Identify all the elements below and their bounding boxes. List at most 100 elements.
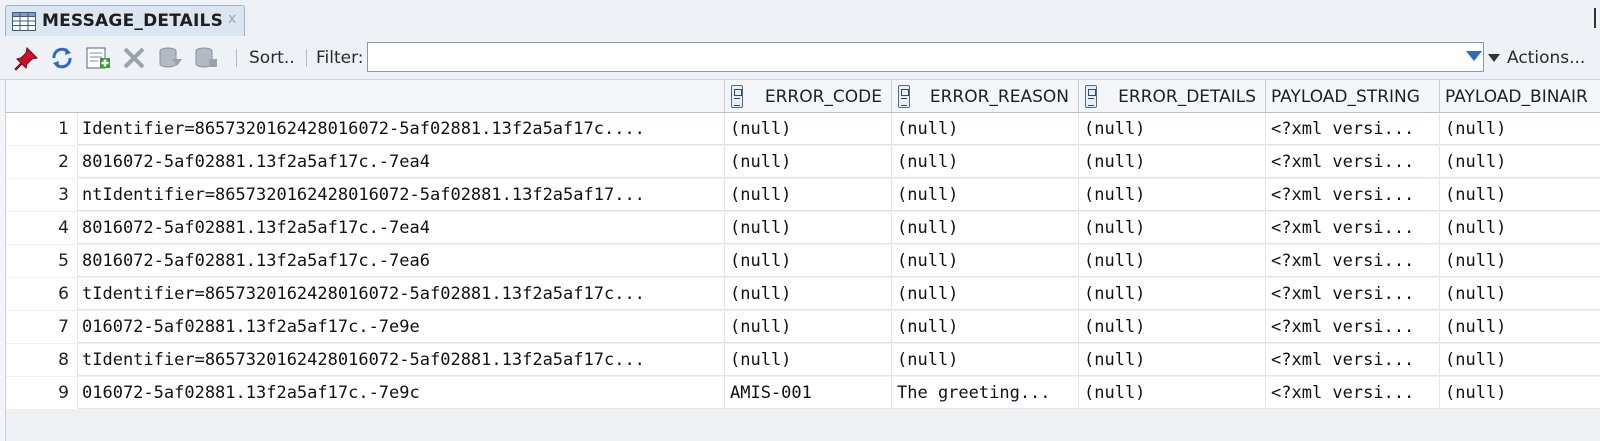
table-row[interactable]: 2 8016072-5af02881.13f2a5af17c.-7ea4 (nu…: [6, 146, 1600, 178]
sort-button[interactable]: Sort..: [249, 48, 295, 68]
row-number: 1: [6, 113, 78, 145]
cell-payload-binair[interactable]: (null): [1440, 212, 1600, 244]
commit-icon[interactable]: [156, 45, 184, 71]
cell-error-reason[interactable]: (null): [892, 278, 1079, 310]
cell-identifier[interactable]: 8016072-5af02881.13f2a5af17c.-7ea6: [78, 245, 725, 277]
cell-error-code[interactable]: (null): [725, 311, 892, 343]
column-header-label: ERROR_DETAILS: [1118, 87, 1256, 107]
tab-message-details[interactable]: MESSAGE_DETAILS x: [5, 5, 245, 36]
cell-payload-string[interactable]: <?xml versi...: [1266, 245, 1440, 277]
cell-error-reason[interactable]: (null): [892, 212, 1079, 244]
dropdown-arrow-icon[interactable]: [1466, 51, 1482, 61]
cell-error-reason[interactable]: (null): [892, 311, 1079, 343]
table-row[interactable]: 3 ntIdentifier=8657320162428016072-5af02…: [6, 179, 1600, 211]
cell-payload-string[interactable]: <?xml versi...: [1266, 179, 1440, 211]
cell-error-details[interactable]: (null): [1079, 311, 1266, 343]
table-row[interactable]: 4 8016072-5af02881.13f2a5af17c.-7ea4 (nu…: [6, 212, 1600, 244]
cell-error-code[interactable]: (null): [725, 344, 892, 376]
cell-error-details[interactable]: (null): [1079, 113, 1266, 145]
cell-identifier[interactable]: 016072-5af02881.13f2a5af17c.-7e9e: [78, 311, 725, 343]
sort-column-icon[interactable]: [898, 85, 910, 108]
results-grid: ERROR_CODE ERROR_REASON ERROR_DETAILS PA…: [5, 80, 1600, 441]
cell-payload-string[interactable]: <?xml versi...: [1266, 344, 1440, 376]
cell-payload-string[interactable]: <?xml versi...: [1266, 146, 1440, 178]
actions-label: Actions...: [1507, 48, 1586, 68]
cell-payload-string[interactable]: <?xml versi...: [1266, 212, 1440, 244]
cell-error-reason[interactable]: (null): [892, 113, 1079, 145]
row-number: 7: [6, 311, 78, 343]
cell-error-reason[interactable]: (null): [892, 179, 1079, 211]
cell-error-reason[interactable]: (null): [892, 245, 1079, 277]
cell-identifier[interactable]: ntIdentifier=8657320162428016072-5af0288…: [78, 179, 725, 211]
table-row[interactable]: 9 016072-5af02881.13f2a5af17c.-7e9c AMIS…: [6, 377, 1600, 409]
cell-payload-binair[interactable]: (null): [1440, 179, 1600, 211]
cell-identifier[interactable]: 8016072-5af02881.13f2a5af17c.-7ea4: [78, 212, 725, 244]
table-row[interactable]: 8 tIdentifier=8657320162428016072-5af028…: [6, 344, 1600, 376]
filter-input[interactable]: [367, 42, 1484, 72]
cell-error-details[interactable]: (null): [1079, 245, 1266, 277]
cell-error-code[interactable]: (null): [725, 212, 892, 244]
cell-error-details[interactable]: (null): [1079, 278, 1266, 310]
cell-error-details[interactable]: (null): [1079, 344, 1266, 376]
cell-payload-binair[interactable]: (null): [1440, 245, 1600, 277]
grid-toolbar: Sort.. Filter: Actions...: [0, 36, 1600, 80]
cell-payload-string[interactable]: <?xml versi...: [1266, 311, 1440, 343]
cell-error-code[interactable]: (null): [725, 179, 892, 211]
column-header-label: ERROR_REASON: [929, 87, 1069, 107]
panel-edge: [1594, 8, 1596, 28]
cell-error-reason[interactable]: (null): [892, 146, 1079, 178]
cell-payload-binair[interactable]: (null): [1440, 146, 1600, 178]
cell-error-details[interactable]: (null): [1079, 146, 1266, 178]
insert-row-icon[interactable]: [84, 45, 112, 71]
column-header-label: ERROR_CODE: [764, 87, 882, 107]
close-icon[interactable]: x: [228, 11, 236, 27]
cell-error-code[interactable]: (null): [725, 278, 892, 310]
column-header-label: PAYLOAD_BINAIR: [1445, 87, 1588, 107]
cell-identifier[interactable]: 8016072-5af02881.13f2a5af17c.-7ea4: [78, 146, 725, 178]
row-number: 5: [6, 245, 78, 277]
table-row[interactable]: 7 016072-5af02881.13f2a5af17c.-7e9e (nul…: [6, 311, 1600, 343]
sort-column-icon[interactable]: [1085, 85, 1097, 108]
cell-error-details[interactable]: (null): [1079, 212, 1266, 244]
cell-payload-binair[interactable]: (null): [1440, 113, 1600, 145]
delete-row-icon[interactable]: [120, 45, 148, 71]
cell-error-code[interactable]: (null): [725, 146, 892, 178]
column-header-error-code[interactable]: ERROR_CODE: [725, 80, 892, 113]
cell-identifier[interactable]: tIdentifier=8657320162428016072-5af02881…: [78, 344, 725, 376]
cell-error-code[interactable]: (null): [725, 245, 892, 277]
cell-error-details[interactable]: (null): [1079, 179, 1266, 211]
table-row[interactable]: 6 tIdentifier=8657320162428016072-5af028…: [6, 278, 1600, 310]
cell-error-reason[interactable]: The greeting...: [892, 377, 1079, 409]
cell-identifier[interactable]: tIdentifier=8657320162428016072-5af02881…: [78, 278, 725, 310]
filter-label: Filter:: [316, 48, 364, 68]
cell-payload-string[interactable]: <?xml versi...: [1266, 113, 1440, 145]
cell-error-code[interactable]: AMIS-001: [725, 377, 892, 409]
cell-error-code[interactable]: (null): [725, 113, 892, 145]
table-row[interactable]: 1 Identifier=8657320162428016072-5af0288…: [6, 113, 1600, 145]
cell-payload-binair[interactable]: (null): [1440, 311, 1600, 343]
cell-payload-binair[interactable]: (null): [1440, 377, 1600, 409]
cell-identifier[interactable]: Identifier=8657320162428016072-5af02881.…: [78, 113, 725, 145]
sort-column-icon[interactable]: [731, 85, 743, 108]
actions-menu-button[interactable]: Actions...: [1488, 48, 1585, 68]
rollback-icon[interactable]: [192, 45, 220, 71]
column-header-error-details[interactable]: ERROR_DETAILS: [1079, 80, 1266, 113]
pin-icon[interactable]: [12, 45, 40, 71]
cell-error-details[interactable]: (null): [1079, 377, 1266, 409]
column-header-error-reason[interactable]: ERROR_REASON: [892, 80, 1079, 113]
refresh-icon[interactable]: [48, 45, 76, 71]
cell-payload-binair[interactable]: (null): [1440, 278, 1600, 310]
column-header-payload-string[interactable]: PAYLOAD_STRING: [1266, 80, 1440, 113]
cell-error-reason[interactable]: (null): [892, 344, 1079, 376]
table-row[interactable]: 5 8016072-5af02881.13f2a5af17c.-7ea6 (nu…: [6, 245, 1600, 277]
row-number: 8: [6, 344, 78, 376]
cell-payload-string[interactable]: <?xml versi...: [1266, 278, 1440, 310]
cell-payload-binair[interactable]: (null): [1440, 344, 1600, 376]
row-number: 2: [6, 146, 78, 178]
cell-identifier[interactable]: 016072-5af02881.13f2a5af17c.-7e9c: [78, 377, 725, 409]
column-header-payload-binair[interactable]: PAYLOAD_BINAIR: [1440, 80, 1600, 113]
toolbar-separator: [236, 49, 237, 67]
column-header-label: PAYLOAD_STRING: [1271, 87, 1420, 107]
row-number: 9: [6, 377, 78, 409]
cell-payload-string[interactable]: <?xml versi...: [1266, 377, 1440, 409]
